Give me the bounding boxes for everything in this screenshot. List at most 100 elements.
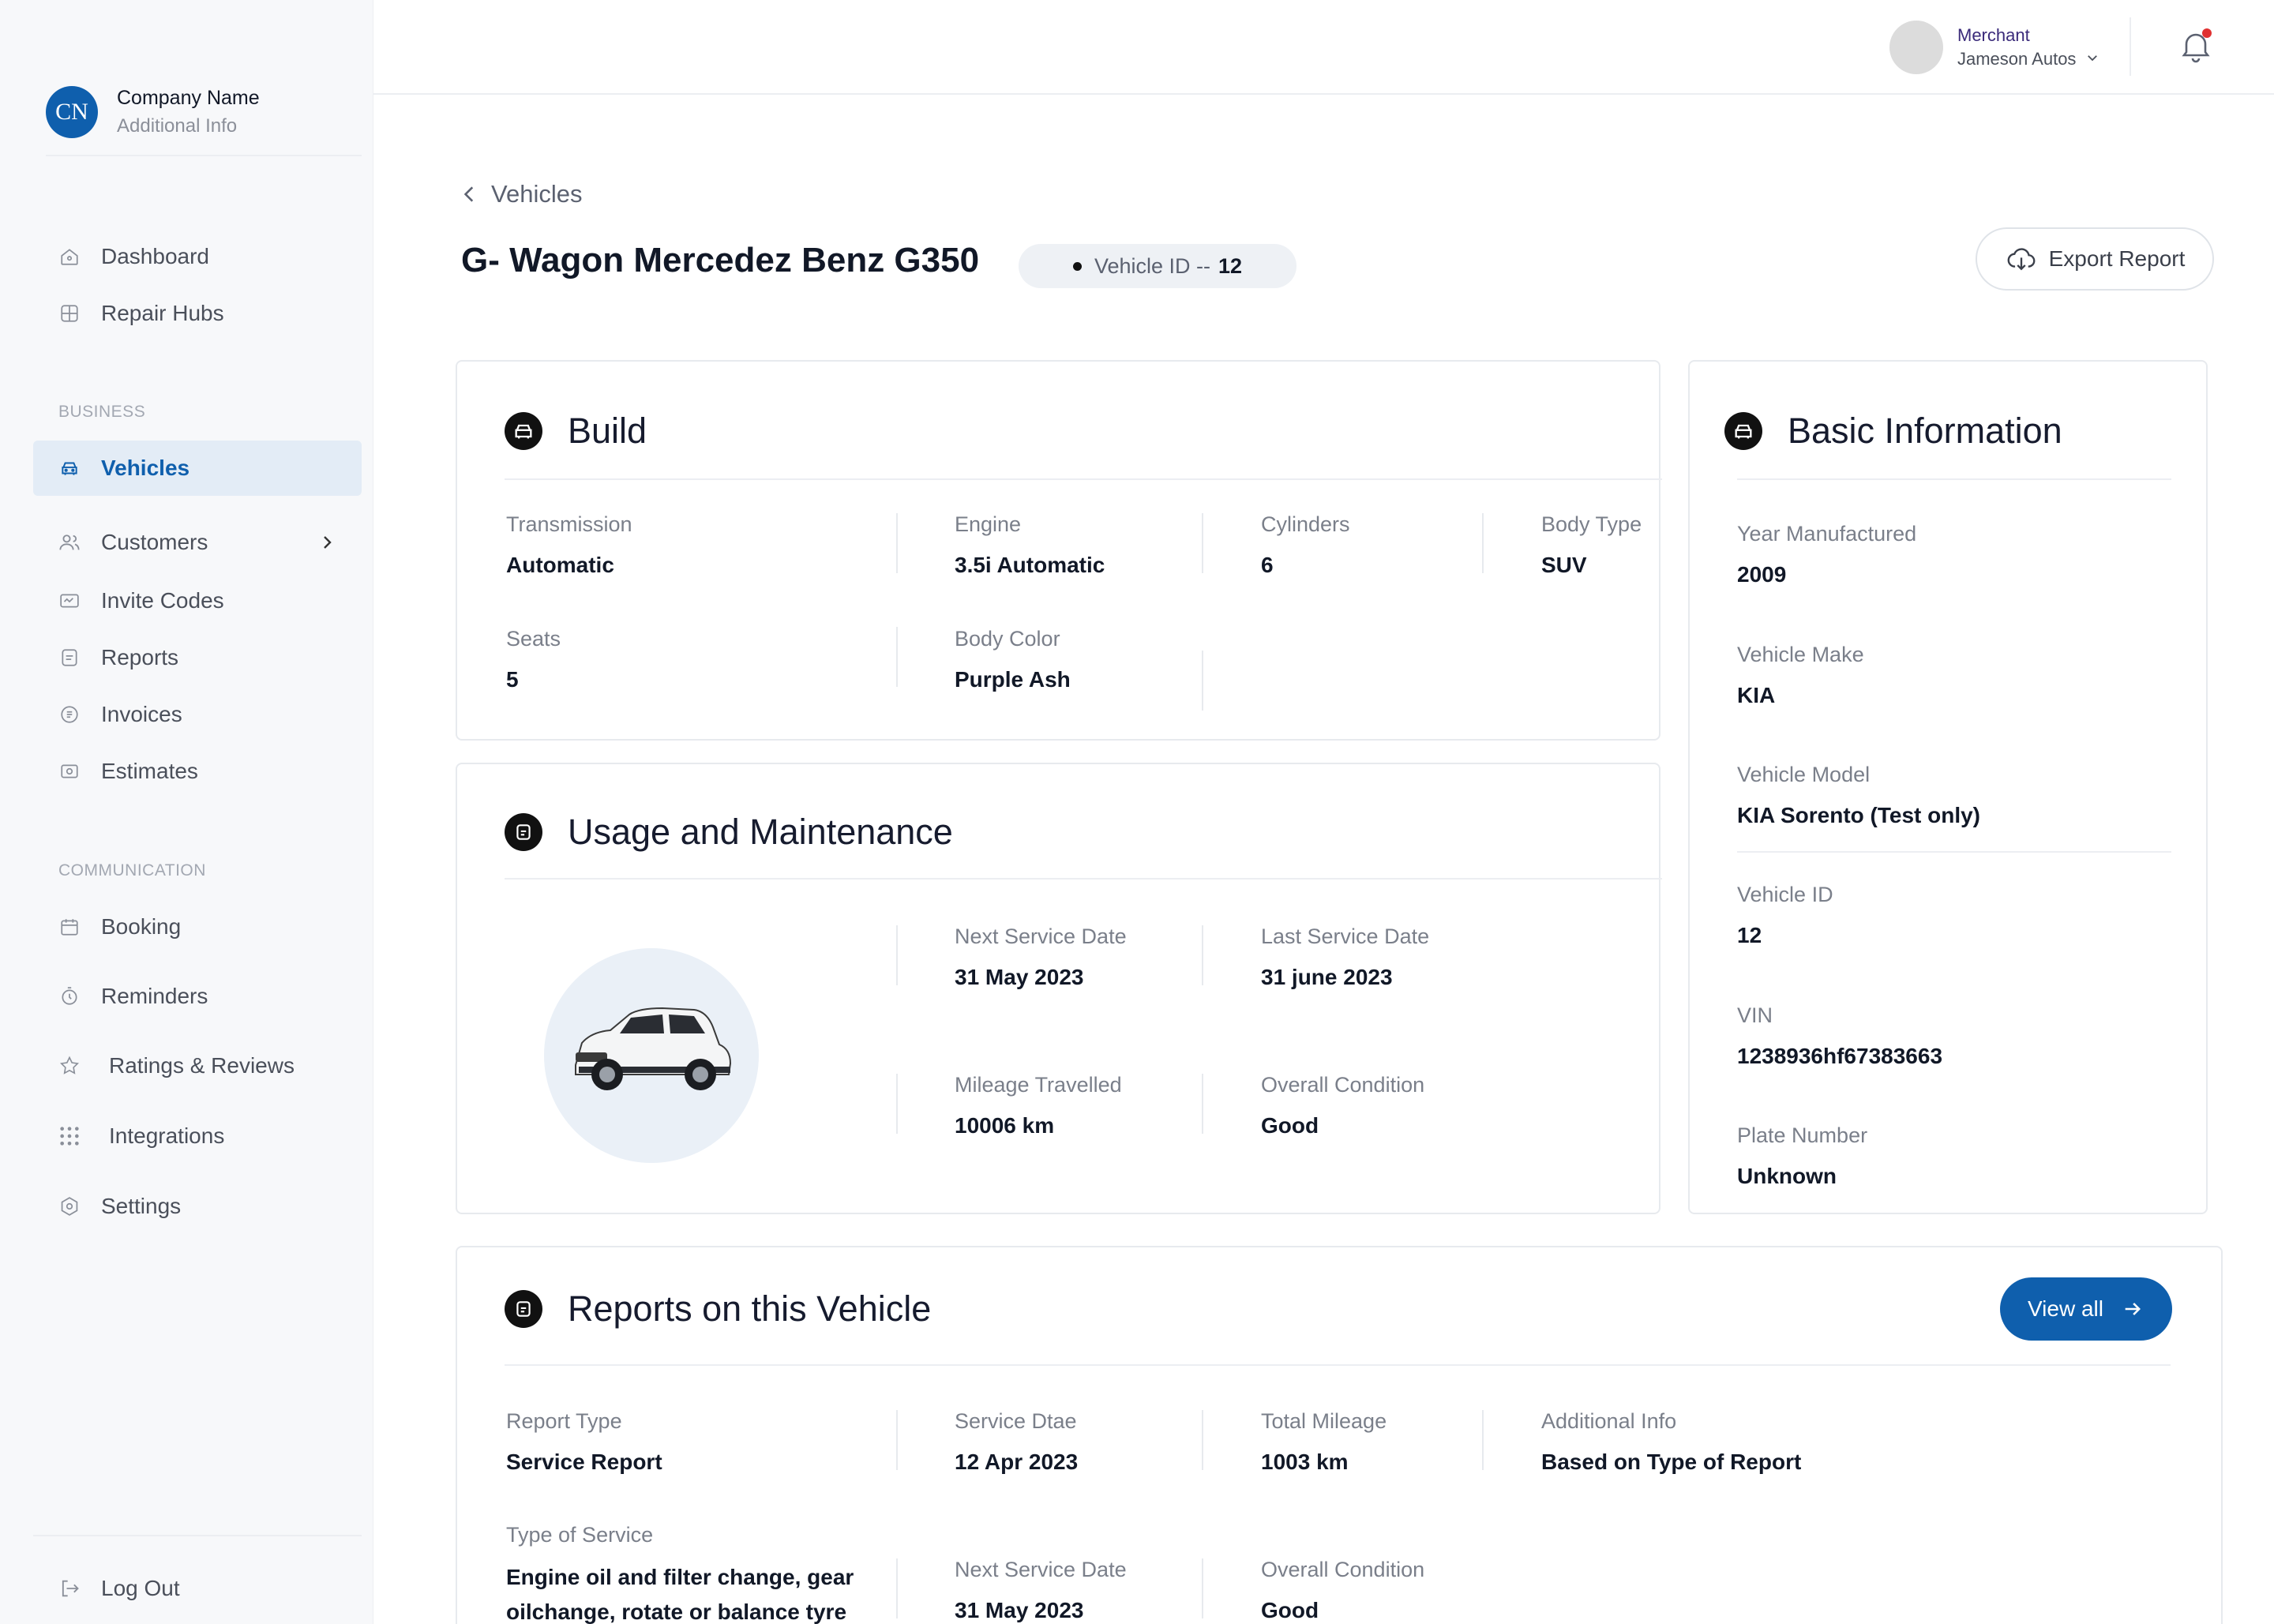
- back-link[interactable]: Vehicles: [460, 180, 582, 208]
- field-label: Overall Condition: [1261, 1073, 1425, 1097]
- sidebar-item-label: Invite Codes: [101, 588, 224, 613]
- car-icon: [1724, 412, 1762, 450]
- field-value: 6: [1261, 553, 1274, 577]
- company-name: Company Name: [117, 87, 260, 109]
- field-body-color: Body Color Purple Ash: [955, 624, 1071, 696]
- sidebar-item-vehicles[interactable]: Vehicles: [33, 441, 362, 496]
- page-title: G- Wagon Mercedez Benz G350: [461, 241, 980, 279]
- field-report-overall-condition: Overall Condition Good: [1261, 1555, 1424, 1624]
- sidebar-item-ratings-reviews[interactable]: Ratings & Reviews: [33, 1038, 362, 1093]
- card-title: Build: [568, 411, 647, 451]
- logout-button[interactable]: Log Out: [33, 1561, 362, 1616]
- field-label: Engine: [955, 512, 1022, 536]
- field-label: Next Service Date: [955, 1558, 1127, 1581]
- logout-label: Log Out: [101, 1576, 180, 1600]
- company-header[interactable]: CN Company Name Additional Info: [46, 84, 260, 141]
- sidebar-item-label: Booking: [101, 914, 182, 939]
- card-title: Usage and Maintenance: [568, 812, 953, 852]
- field-value: 1238936hf67383663: [1737, 1044, 1943, 1068]
- field-mileage-travelled: Mileage Travelled 10006 km: [955, 1071, 1122, 1142]
- chevron-left-icon: [463, 186, 474, 202]
- usage-maintenance-card: Usage and Maintenance Next Service Date …: [456, 763, 1662, 1214]
- divider: [1202, 513, 1203, 573]
- sidebar-item-customers[interactable]: Customers: [33, 515, 362, 570]
- sidebar-item-reminders[interactable]: Reminders: [33, 969, 362, 1024]
- export-label: Export Report: [2048, 246, 2186, 271]
- field-transmission: Transmission Automatic: [506, 510, 632, 581]
- field-vehicle-model: Vehicle Model KIA Sorento (Test only): [1737, 760, 1980, 831]
- field-value: Unknown: [1737, 1164, 1837, 1188]
- field-value: 12: [1737, 923, 1762, 947]
- star-icon: [58, 1055, 81, 1077]
- basic-information-card: Basic Information Year Manufactured 2009…: [1688, 360, 2208, 1214]
- divider: [896, 627, 898, 687]
- report-icon: [505, 1290, 542, 1328]
- sidebar-item-integrations[interactable]: Integrations: [33, 1108, 362, 1164]
- chevron-right-icon: [317, 532, 336, 558]
- export-report-button[interactable]: Export Report: [1976, 227, 2214, 291]
- field-value: 1003 km: [1261, 1450, 1349, 1474]
- sidebar-item-invite-codes[interactable]: Invite Codes: [33, 573, 362, 628]
- company-logo: CN: [46, 86, 98, 138]
- header-divider: [2130, 17, 2131, 76]
- field-value: KIA Sorento (Test only): [1737, 803, 1980, 827]
- notification-bell-icon[interactable]: [2177, 27, 2215, 65]
- sidebar-item-label: Dashboard: [101, 244, 209, 268]
- report-icon: [505, 813, 542, 851]
- sidebar-item-invoices[interactable]: Invoices: [33, 687, 362, 742]
- sidebar-item-settings[interactable]: Settings: [33, 1179, 362, 1234]
- divider: [1202, 1074, 1203, 1134]
- divider: [505, 1364, 2171, 1366]
- sidebar-item-booking[interactable]: Booking: [33, 899, 362, 955]
- divider: [1202, 651, 1203, 711]
- field-additional-info: Additional Info Based on Type of Report: [1541, 1407, 1801, 1478]
- avatar: [1889, 21, 1943, 74]
- field-body-type: Body Type SUV: [1541, 510, 1642, 581]
- divider: [896, 513, 898, 573]
- field-overall-condition: Overall Condition Good: [1261, 1071, 1424, 1142]
- vehicle-id-badge: Vehicle ID -- 12: [1019, 244, 1296, 288]
- users-icon: [58, 531, 81, 553]
- field-label: Last Service Date: [1261, 925, 1430, 948]
- sidebar-item-label: Settings: [101, 1194, 182, 1218]
- estimate-icon: [58, 760, 81, 782]
- field-last-service-date: Last Service Date 31 june 2023: [1261, 922, 1429, 993]
- car-icon: [58, 457, 81, 479]
- cloud-download-icon: [2007, 248, 2036, 271]
- divider: [896, 1410, 898, 1470]
- field-label: Body Type: [1541, 512, 1642, 536]
- divider: [1737, 478, 2171, 480]
- field-value: Good: [1261, 1113, 1319, 1138]
- sidebar: CN Company Name Additional Info Dashboar…: [0, 0, 373, 1624]
- field-value: 5: [506, 667, 519, 692]
- field-value-line: oilchange, rotate or balance tyre: [506, 1600, 847, 1624]
- field-value-line: Engine oil and filter change, gear: [506, 1565, 854, 1589]
- badge-dot: [1072, 261, 1082, 271]
- field-cylinders: Cylinders 6: [1261, 510, 1350, 581]
- merchant-name: Jameson Autos: [1957, 49, 2077, 69]
- field-service-date: Service Dtae 12 Apr 2023: [955, 1407, 1078, 1478]
- divider: [1202, 1410, 1203, 1470]
- sidebar-item-estimates[interactable]: Estimates: [33, 744, 362, 799]
- field-value: Automatic: [506, 553, 614, 577]
- clock-icon: [58, 985, 81, 1007]
- divider: [896, 925, 898, 985]
- field-label: Cylinders: [1261, 512, 1350, 536]
- sidebar-item-repair-hubs[interactable]: Repair Hubs: [33, 286, 362, 341]
- field-engine: Engine 3.5i Automatic: [955, 510, 1105, 581]
- report-icon: [58, 647, 81, 669]
- field-vin: VIN 1238936hf67383663: [1737, 1001, 1942, 1072]
- view-all-button[interactable]: View all: [2000, 1277, 2172, 1341]
- divider: [1482, 1410, 1484, 1470]
- divider: [505, 478, 1662, 480]
- field-label: Seats: [506, 627, 561, 651]
- sidebar-item-dashboard[interactable]: Dashboard: [33, 229, 362, 284]
- field-label: Type of Service: [506, 1523, 654, 1547]
- field-label: Report Type: [506, 1409, 622, 1433]
- field-plate-number: Plate Number Unknown: [1737, 1121, 1867, 1192]
- field-label: Mileage Travelled: [955, 1073, 1122, 1097]
- field-label: Overall Condition: [1261, 1558, 1425, 1581]
- sidebar-item-label: Vehicles: [101, 456, 190, 480]
- sidebar-item-reports[interactable]: Reports: [33, 630, 362, 685]
- merchant-profile-dropdown[interactable]: Merchant Jameson Autos: [1889, 21, 2100, 74]
